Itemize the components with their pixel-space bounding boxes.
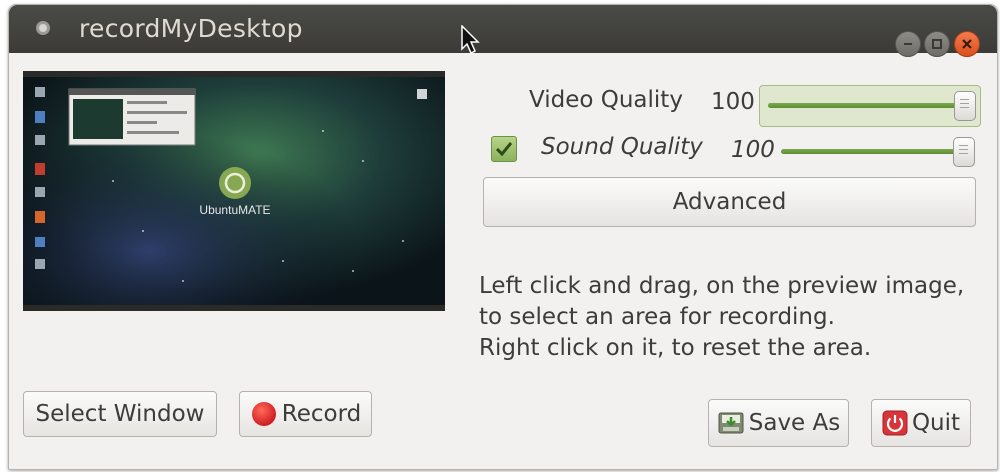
save-as-button[interactable]: Save As: [708, 399, 849, 447]
minimize-icon: [904, 43, 912, 45]
desktop-preview[interactable]: UbuntuMATE: [23, 71, 445, 311]
quit-label: Quit: [911, 410, 961, 436]
minimize-button[interactable]: [895, 31, 921, 57]
instructions-text: Left click and drag, on the preview imag…: [479, 271, 964, 364]
save-icon: [718, 412, 744, 434]
maximize-button[interactable]: [924, 31, 950, 57]
save-as-label: Save As: [748, 410, 841, 436]
quit-button[interactable]: Quit: [871, 399, 971, 447]
video-quality-value: 100: [711, 89, 755, 115]
sound-quality-thumb[interactable]: [953, 137, 975, 167]
advanced-button[interactable]: Advanced: [483, 177, 976, 227]
close-icon: [962, 39, 972, 49]
select-window-label: Select Window: [35, 401, 205, 427]
record-button[interactable]: Record: [239, 391, 372, 437]
video-quality-thumb[interactable]: [954, 91, 976, 121]
app-icon: [36, 21, 50, 35]
record-label: Record: [281, 401, 362, 427]
mouse-cursor-icon: [461, 25, 480, 55]
instruction-line-2: to select an area for recording.: [479, 304, 835, 330]
instruction-line-1: Left click and drag, on the preview imag…: [479, 273, 965, 299]
close-button[interactable]: [954, 31, 980, 57]
instruction-line-3: Right click on it, to reset the area.: [479, 335, 872, 361]
sound-quality-slider[interactable]: [781, 137, 977, 167]
sound-quality-label: Sound Quality: [541, 134, 703, 160]
video-quality-label: Video Quality: [529, 87, 683, 113]
preview-logo-text: UbuntuMATE: [199, 203, 270, 217]
power-icon: [882, 410, 908, 436]
video-quality-slider[interactable]: [759, 85, 981, 127]
sound-quality-checkbox[interactable]: [491, 136, 517, 162]
sound-quality-value: 100: [731, 137, 775, 163]
recordmydesktop-window: recordMyDesktop UbuntuMATE Video Quality…: [8, 4, 998, 470]
video-quality-track: [768, 103, 964, 108]
window-title: recordMyDesktop: [79, 14, 303, 43]
record-icon: [251, 402, 276, 426]
title-bar[interactable]: recordMyDesktop: [9, 5, 997, 57]
check-icon: [495, 142, 513, 157]
select-window-button[interactable]: Select Window: [23, 391, 217, 437]
maximize-icon: [932, 39, 942, 49]
sound-quality-track: [781, 149, 963, 154]
